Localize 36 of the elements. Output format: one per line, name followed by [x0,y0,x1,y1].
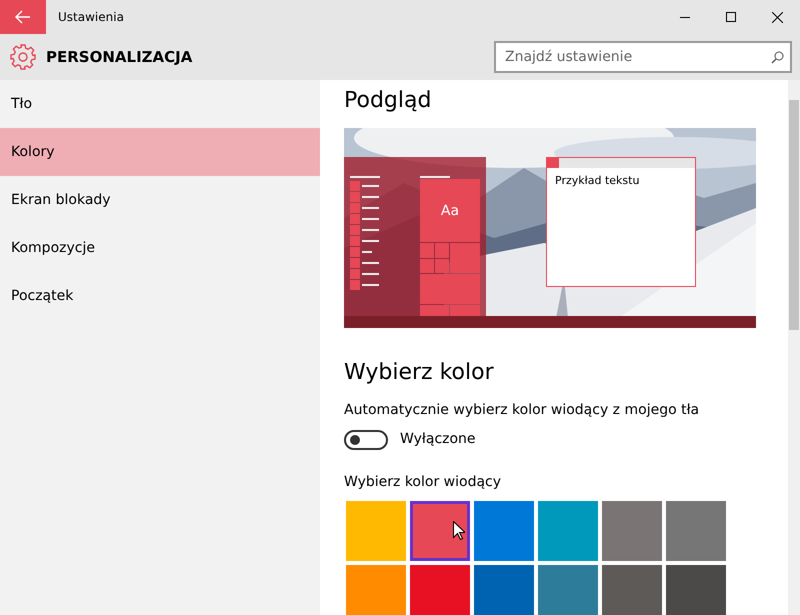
section-heading: Podgląd [344,88,432,114]
setting-label: Wybierz kolor wiodący [344,473,502,492]
setting-label: Automatycznie wybierz kolor wiodący z mojego tła [344,401,700,420]
maximize-icon [726,12,736,22]
sidebar-item[interactable]: Kompozycje [0,224,320,272]
toggle-state-text: Wyłączone [400,430,476,449]
sidebar-item[interactable]: Ekran blokady [0,176,320,224]
page-title: PERSONALIZACJA [46,46,194,68]
color-swatch[interactable] [602,501,662,561]
color-swatch[interactable] [538,501,598,561]
color-swatch[interactable] [346,501,406,561]
tile-label: Aa [440,203,460,219]
color-swatch[interactable] [346,565,406,615]
scrollbar-thumb[interactable] [789,100,799,330]
toggle-switch[interactable] [344,430,388,450]
search-field[interactable]: Znajdź ustawienie [494,41,792,73]
color-swatch[interactable] [410,501,470,561]
color-swatch[interactable] [602,565,662,615]
color-swatch[interactable] [410,565,470,615]
sidebar-item[interactable]: Tło [0,80,320,128]
search-icon [771,51,784,64]
back-arrow-icon [15,10,31,24]
sidebar-item[interactable]: Kolory [0,128,320,176]
color-swatch[interactable] [666,565,726,615]
color-swatch[interactable] [474,501,534,561]
section-heading: Wybierz kolor [344,360,495,386]
gear-icon [10,44,36,70]
sample-text: Przykład tekstu [554,173,640,189]
color-swatch[interactable] [538,565,598,615]
color-swatch[interactable] [474,565,534,615]
back-button[interactable] [0,0,46,34]
color-swatch[interactable] [666,501,726,561]
close-icon [772,12,782,22]
window-title: Ustawienia [58,9,125,26]
mouse-cursor-icon [453,521,465,540]
sidebar-item[interactable]: Początek [0,272,320,320]
